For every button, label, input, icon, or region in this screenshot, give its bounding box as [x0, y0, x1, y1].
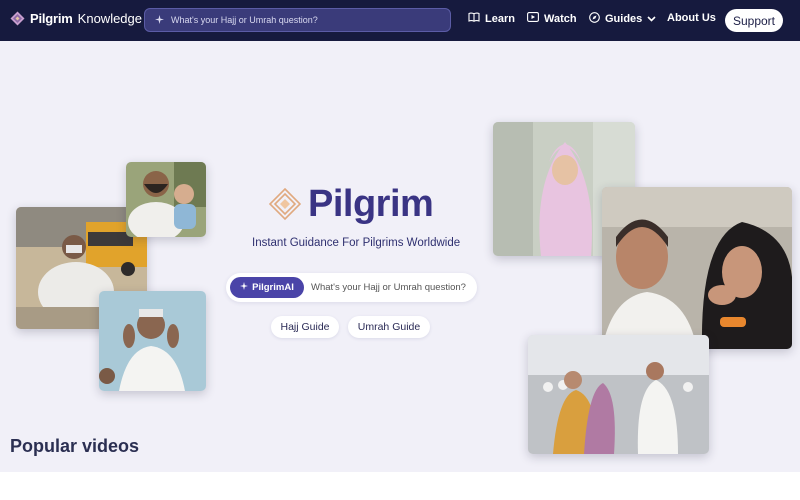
brand-name: Pilgrim — [30, 11, 73, 26]
search-bar[interactable] — [144, 8, 451, 32]
book-icon — [468, 12, 480, 25]
photo-man-praying — [99, 291, 206, 391]
photo-crowd-pilgrims — [528, 335, 709, 454]
brand-subtitle: Knowledge — [77, 11, 142, 26]
pilgrim-logo-icon — [10, 11, 25, 26]
hero-tagline: Instant Guidance For Pilgrims Worldwide — [252, 237, 461, 249]
sparkle-icon — [240, 282, 249, 293]
nav-watch[interactable]: Watch — [527, 12, 577, 25]
hero-title: Pilgrim — [308, 183, 434, 225]
nav-about-label: About Us — [667, 12, 716, 24]
hajj-guide-button[interactable]: Hajj Guide — [271, 316, 339, 338]
sparkle-icon — [155, 11, 164, 29]
ai-question-input[interactable] — [311, 282, 476, 293]
compass-icon — [589, 12, 600, 26]
support-button[interactable]: Support — [725, 9, 783, 32]
pilgrimai-label: PilgrimAI — [252, 282, 294, 293]
nav-learn[interactable]: Learn — [468, 12, 515, 25]
play-icon — [527, 12, 539, 25]
nav-learn-label: Learn — [485, 12, 515, 25]
pilgrim-hero-logo-icon — [268, 187, 302, 222]
content-strip — [0, 472, 800, 500]
nav-guides-label: Guides — [605, 13, 643, 25]
umrah-guide-button[interactable]: Umrah Guide — [348, 316, 430, 338]
popular-videos-heading: Popular videos — [10, 436, 140, 456]
photo-couple-praying — [602, 187, 792, 349]
ai-question-bar[interactable]: PilgrimAI — [226, 273, 477, 302]
nav-guides[interactable]: Guides — [589, 12, 656, 26]
nav-about[interactable]: About Us — [667, 12, 716, 24]
photo-father-child — [126, 162, 206, 237]
nav-watch-label: Watch — [544, 12, 577, 25]
search-input[interactable] — [171, 15, 431, 25]
top-navbar: Pilgrim Knowledge Learn Watch Guides Abo… — [0, 0, 800, 41]
pilgrimai-chip[interactable]: PilgrimAI — [230, 277, 304, 298]
chevron-down-icon — [647, 13, 656, 25]
brand-menu[interactable]: Pilgrim Knowledge — [10, 11, 157, 26]
